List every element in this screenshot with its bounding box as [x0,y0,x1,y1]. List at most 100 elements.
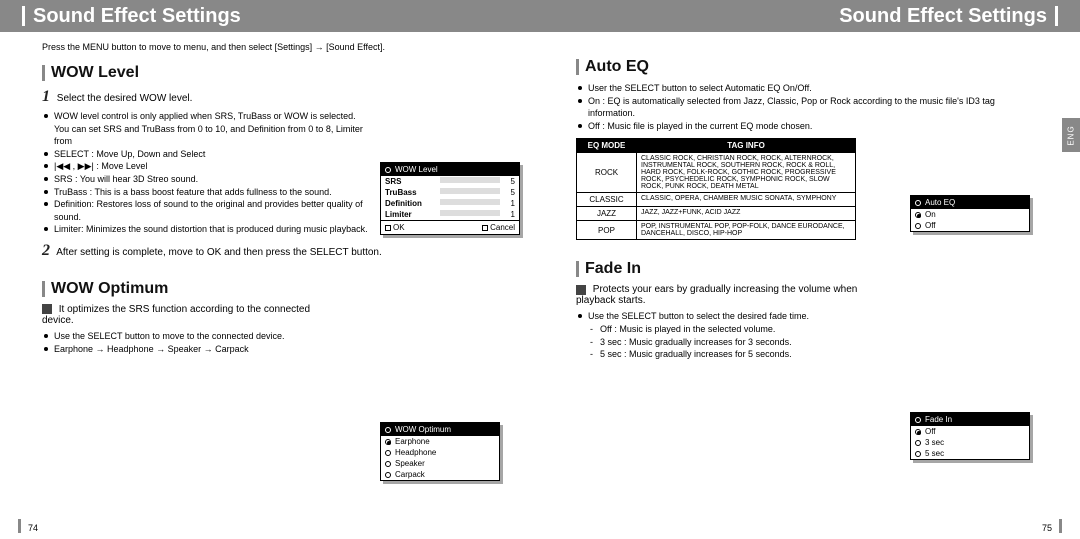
fade-in-panel: Fade In Off3 sec5 sec [910,412,1030,460]
panel-title: Fade In [925,415,952,424]
wow-optimum-panel: WOW Optimum EarphoneHeadphoneSpeakerCarp… [380,422,500,481]
wow-level-bullet-nav: |◀◀ , ▶▶| : Move Level [42,160,372,173]
thumb-tab: ENG [1062,118,1080,152]
page-mark-icon [18,519,21,533]
wow-level-bullets: WOW level control is only applied when S… [42,110,372,236]
panel-title: WOW Level [395,165,438,174]
panel-footer: OK Cancel [381,220,519,234]
thumb-tab-label: ENG [1067,125,1076,145]
radio-option: 3 sec [911,437,1029,448]
fade-in-heading: Fade In [576,260,1044,278]
wow-level-step2: 2 After setting is complete, move to OK … [42,242,512,260]
section-marker-icon [42,65,45,81]
wow-optimum-bullet: Use the SELECT button to move to the con… [42,330,342,343]
eq-table-row: JAZZJAZZ, JAZZ+FUNK, ACID JAZZ [577,207,856,221]
wow-optimum-lead: It optimizes the SRS function according … [42,304,342,326]
fade-in-bullets: Use the SELECT button to select the desi… [576,310,896,360]
wow-level-row: Definition1 [381,198,519,209]
header-left: Sound Effect Settings [0,0,540,32]
wow-level-title: WOW Level [51,64,139,82]
radio-option: 5 sec [911,448,1029,459]
section-marker-icon [42,281,45,297]
header-bar-icon [22,6,25,26]
auto-eq-bullets: User the SELECT button to select Automat… [576,82,1036,132]
wow-level-bullet: Limiter: Minimizes the sound distortion … [42,223,372,236]
wow-level-bullet: SRS : You will hear 3D Streo sound. [42,173,372,186]
radio-option: On [911,209,1029,220]
dash-icon [576,285,586,295]
eq-mode-table: EQ MODE TAG INFO ROCKCLASSIC ROCK, CHRIS… [576,138,856,240]
eq-header-tag: TAG INFO [637,139,856,153]
page-title-left: Sound Effect Settings [33,5,241,28]
radio-option: Headphone [381,447,499,458]
wow-optimum-bullets: Use the SELECT button to move to the con… [42,330,342,355]
section-marker-icon [576,59,579,75]
radio-option: Speaker [381,458,499,469]
wow-optimum-title: WOW Optimum [51,280,168,298]
panel-icon [915,417,921,423]
panel-title: WOW Optimum [395,425,451,434]
page-number-left: 74 [28,523,38,533]
cancel-label: Cancel [490,223,515,232]
wow-level-heading: WOW Level [42,64,512,82]
eq-table-row: POPPOP, INSTRUMENTAL POP, POP-FOLK, DANC… [577,221,856,240]
page-75: Sound Effect Settings ENG Auto EQ User t… [540,0,1080,539]
wow-level-bullet: WOW level control is only applied when S… [42,110,372,148]
panel-title: Auto EQ [925,198,955,207]
auto-eq-title: Auto EQ [585,58,649,76]
panel-header: Fade In [911,413,1029,426]
wow-level-step1: 1 Select the desired WOW level. [42,88,512,106]
ok-label: OK [393,223,405,232]
panel-header: WOW Level [381,163,519,176]
page-spread: Sound Effect Settings Press the MENU but… [0,0,1080,539]
wow-optimum-bullet: Earphone → Headphone → Speaker → Carpack [42,343,342,356]
wow-level-row: TruBass5 [381,187,519,198]
auto-eq-bullet: On : EQ is automatically selected from J… [576,95,1036,120]
fade-in-subbullet: 5 sec : Music gradually increases for 5 … [588,348,896,361]
wow-optimum-heading: WOW Optimum [42,280,512,298]
panel-icon [385,167,391,173]
fade-in-title: Fade In [585,260,641,278]
fade-in-lead: Protects your ears by gradually increasi… [576,284,876,306]
wow-optimum-lead-text: It optimizes the SRS function according … [42,304,310,326]
fade-in-bullet: Use the SELECT button to select the desi… [576,310,896,323]
section-marker-icon [576,261,579,277]
ok-icon [385,225,391,231]
page-number-right: 75 [1042,523,1052,533]
wow-level-bullet: SELECT : Move Up, Down and Select [42,148,372,161]
step2-text: After setting is complete, move to OK an… [56,247,382,258]
header-bar-icon [1055,6,1058,26]
fade-in-lead-text: Protects your ears by gradually increasi… [576,284,857,306]
auto-eq-heading: Auto EQ [576,58,1044,76]
eq-table-row: ROCKCLASSIC ROCK, CHRISTIAN ROCK, ROCK, … [577,153,856,193]
page-mark-icon [1059,519,1062,533]
auto-eq-bullet: Off : Music file is played in the curren… [576,120,1036,133]
auto-eq-bullet: User the SELECT button to select Automat… [576,82,1036,95]
radio-option: Off [911,426,1029,437]
page-74: Sound Effect Settings Press the MENU but… [0,0,540,539]
cancel-icon [482,225,488,231]
header-right: Sound Effect Settings [540,0,1080,32]
radio-option: Off [911,220,1029,231]
fade-in-subbullet: 3 sec : Music gradually increases for 3 … [588,336,896,349]
wow-level-panel: WOW Level SRS5TruBass5Definition1Limiter… [380,162,520,235]
panel-header: WOW Optimum [381,423,499,436]
step1-text: Select the desired WOW level. [57,93,193,104]
eq-header-mode: EQ MODE [577,139,637,153]
step-number-1: 1 [42,88,50,105]
panel-icon [385,427,391,433]
wow-level-row: SRS5 [381,176,519,187]
radio-option: Earphone [381,436,499,447]
wow-level-bullet: Definition: Restores loss of sound to th… [42,198,372,223]
panel-icon [915,200,921,206]
page-title-right: Sound Effect Settings [839,5,1047,28]
intro-text: Press the MENU button to move to menu, a… [42,42,512,52]
step-number-2: 2 [42,242,50,259]
panel-header: Auto EQ [911,196,1029,209]
wow-level-row: Limiter1 [381,209,519,220]
eq-table-row: CLASSICCLASSIC, OPERA, CHAMBER MUSIC SON… [577,193,856,207]
fade-in-subbullet: Off : Music is played in the selected vo… [588,323,896,336]
auto-eq-panel: Auto EQ OnOff [910,195,1030,232]
wow-level-bullet: TruBass : This is a bass boost feature t… [42,186,372,199]
dash-icon [42,304,52,314]
